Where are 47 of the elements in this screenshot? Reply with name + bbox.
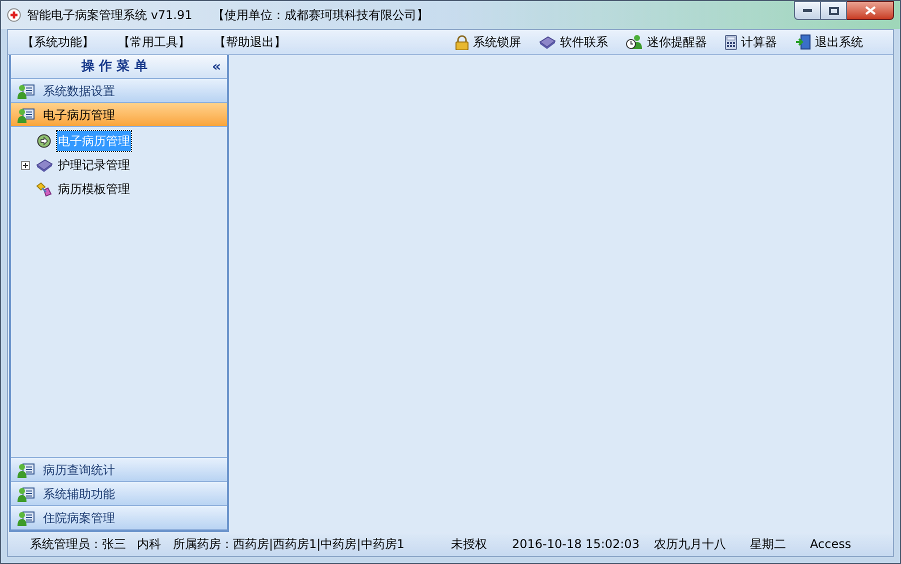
toolbar-button[interactable]: 计算器 (725, 33, 777, 51)
expand-toggle[interactable] (20, 160, 30, 170)
status-text: 星期二 (750, 536, 787, 553)
menu-section-button[interactable]: 系统辅助功能 (11, 482, 227, 506)
exit-door-icon (795, 34, 811, 50)
minimize-button[interactable] (794, 1, 821, 20)
user-card-icon (17, 462, 35, 478)
window-title: 智能电子病案管理系统 v71.91 (27, 7, 192, 24)
tree-item[interactable]: 护理记录管理 (57, 155, 131, 175)
menu-section-button[interactable]: 病历查询统计 (11, 458, 227, 482)
collapse-button[interactable]: « (212, 60, 221, 74)
maximize-icon (828, 6, 838, 14)
sidebar-title: 操 作 菜 单 (80, 58, 148, 76)
toolbar-button[interactable]: 系统锁屏 (455, 33, 521, 51)
organization-label: 【使用单位：成都赛珂琪科技有限公司】 (212, 7, 428, 24)
tree-item[interactable]: 病历模板管理 (57, 179, 131, 199)
menu-section-button[interactable]: 电子病历管理 (11, 103, 227, 127)
toolbar-button[interactable]: 退出系统 (795, 33, 863, 51)
status-text: 未授权 (451, 536, 488, 553)
close-icon (864, 6, 876, 15)
menu-section-button[interactable]: 住院病案管理 (11, 506, 227, 530)
close-button[interactable] (847, 1, 894, 20)
toolbar-button[interactable]: 软件联系 (539, 33, 608, 51)
user-card-icon (17, 486, 35, 502)
status-text: 所属药房：西药房|西药房1|中药房|中药房1 (173, 536, 406, 553)
book-icon (539, 35, 556, 49)
minimize-icon (803, 9, 812, 12)
menu-section-button[interactable]: 系统数据设置 (11, 79, 227, 103)
menu-item[interactable]: 【系统功能】 (22, 33, 94, 51)
status-text: Access (810, 536, 852, 553)
status-text: 农历九月十八 (654, 536, 727, 553)
toolbar-button[interactable]: 迷你提醒器 (626, 33, 707, 51)
maximize-button[interactable] (821, 1, 847, 20)
calculator-icon (725, 34, 737, 50)
status-text: 内科 (137, 536, 162, 553)
user-card-icon (17, 510, 35, 526)
user-card-icon (17, 106, 35, 122)
reminder-icon (626, 34, 643, 50)
lock-icon (455, 34, 469, 50)
menu-item[interactable]: 【帮助退出】 (214, 33, 286, 51)
status-text: 2016-10-18 15:02:03 (512, 536, 640, 553)
user-card-icon (17, 82, 35, 98)
app-icon (7, 8, 21, 22)
status-text: 系统管理员：张三 (30, 536, 127, 553)
menu-item[interactable]: 【常用工具】 (118, 33, 190, 51)
arrow-circle-icon (37, 134, 51, 148)
book-icon (36, 158, 52, 172)
